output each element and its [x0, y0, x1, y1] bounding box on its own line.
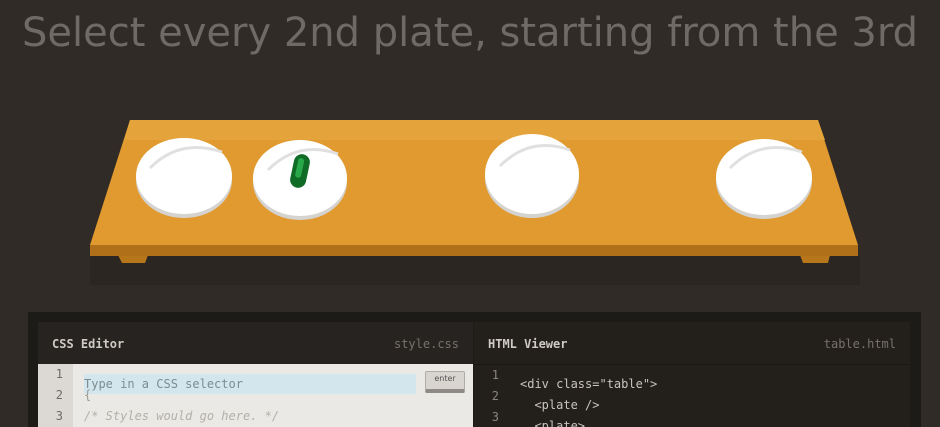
css-code: { /* Styles would go here. */: [84, 364, 473, 427]
table-leg-left: [118, 255, 148, 263]
plate[interactable]: [716, 139, 812, 219]
table-shadow: [90, 255, 860, 285]
line-number: 1: [55, 367, 63, 381]
dining-table-scene: [90, 120, 860, 285]
table-top-highlight: [124, 120, 825, 140]
table-edge: [90, 245, 858, 256]
editor-panel: CSS Editor style.css 1 2 3 enter { /* St…: [28, 312, 921, 427]
html-viewer-filename: table.html: [823, 337, 896, 351]
html-line-numbers: 1 2 3: [474, 365, 509, 427]
plate[interactable]: [136, 138, 232, 218]
html-line[interactable]: <plate />: [520, 395, 910, 416]
html-line[interactable]: <div class="table">: [520, 374, 910, 395]
line-number: 2: [491, 389, 499, 403]
line-number: 3: [55, 409, 63, 423]
line-number: 1: [491, 368, 499, 382]
html-viewer-body: 1 2 3 <div class="table"> <plate /> <pla…: [474, 364, 910, 427]
html-viewer-title: HTML Viewer: [488, 337, 568, 351]
css-line-numbers: 1 2 3: [38, 364, 73, 427]
html-viewer-pane: HTML Viewer table.html 1 2 3 <div class=…: [474, 322, 910, 427]
html-viewer-header: HTML Viewer table.html: [474, 322, 910, 364]
css-editor-header: CSS Editor style.css: [38, 322, 473, 364]
css-comment: /* Styles would go here. */: [84, 409, 280, 423]
line-number: 3: [491, 410, 499, 424]
css-editor-pane: CSS Editor style.css 1 2 3 enter { /* St…: [38, 322, 473, 427]
css-editor-body: 1 2 3 enter { /* Styles would go here. *…: [38, 364, 473, 427]
html-line[interactable]: <plate>: [520, 416, 910, 427]
css-editor-filename: style.css: [393, 337, 459, 351]
line-number: 2: [55, 388, 63, 402]
plate[interactable]: [485, 134, 579, 218]
html-code: <div class="table"> <plate /> <plate>: [520, 374, 910, 427]
table-leg-right: [800, 255, 830, 263]
css-editor-title: CSS Editor: [52, 337, 125, 351]
css-brace-open: {: [84, 388, 92, 402]
plate[interactable]: [253, 140, 347, 220]
